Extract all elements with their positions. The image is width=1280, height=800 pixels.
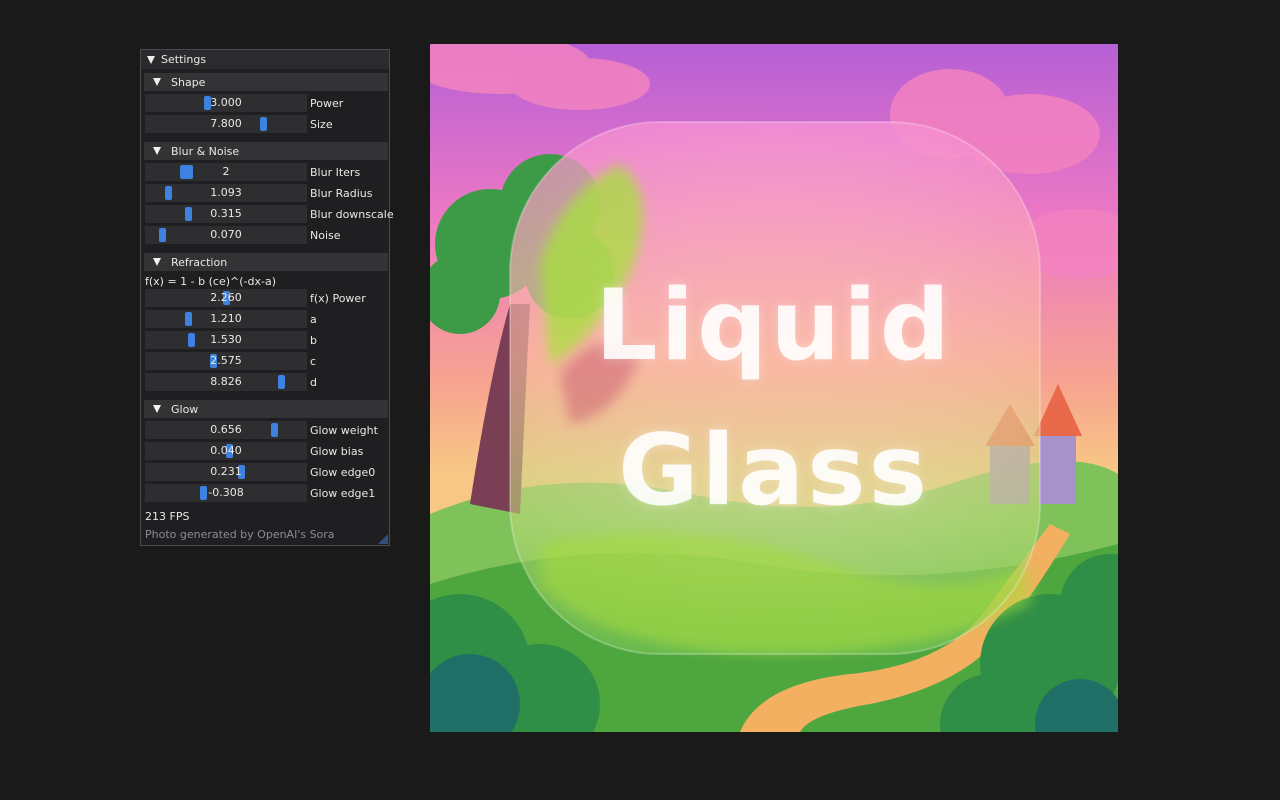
slider-label: Size — [310, 117, 333, 131]
d-slider[interactable]: 8.826 — [145, 373, 307, 391]
settings-panel: Settings Shape 3.000 Power 7.800 Size Bl… — [140, 49, 394, 546]
slider-value: 2 — [222, 165, 230, 178]
slider-label: f(x) Power — [310, 291, 366, 305]
glow-edge0-slider[interactable]: 0.231 — [145, 463, 307, 481]
slider-value: -0.308 — [208, 486, 244, 499]
slider-row-blur-iters: 2 Blur Iters — [145, 163, 360, 181]
slider-label: Glow edge1 — [310, 486, 376, 500]
slider-value: 1.530 — [210, 333, 242, 346]
slider-value: 0.040 — [210, 444, 242, 457]
c-slider[interactable]: 2.575 — [145, 352, 307, 370]
slider-row-fx-power: 2.260 f(x) Power — [145, 289, 366, 307]
slider-row-glow-edge0: 0.231 Glow edge0 — [145, 463, 375, 481]
noise-slider[interactable]: 0.070 — [145, 226, 307, 244]
fps-counter: 213 FPS — [145, 510, 190, 523]
section-header-blur-noise[interactable]: Blur & Noise — [144, 142, 388, 160]
slider-label: d — [310, 375, 317, 389]
slider-value: 0.656 — [210, 423, 242, 436]
slider-row-blur-radius: 1.093 Blur Radius — [145, 184, 372, 202]
slider-row-a: 1.210 a — [145, 310, 317, 328]
resize-grip[interactable] — [378, 534, 388, 544]
slider-label: Blur downscale — [310, 207, 394, 221]
liquid-glass-blob — [509, 121, 1041, 655]
section-label: Blur & Noise — [171, 144, 240, 158]
slider-value: 0.231 — [210, 465, 242, 478]
collapse-triangle-icon[interactable] — [153, 147, 161, 155]
section-header-glow[interactable]: Glow — [144, 400, 388, 418]
slider-row-power: 3.000 Power — [145, 94, 343, 112]
glow-weight-slider[interactable]: 0.656 — [145, 421, 307, 439]
slider-label: c — [310, 354, 317, 368]
section-header-refraction[interactable]: Refraction — [144, 253, 388, 271]
slider-row-glow-weight: 0.656 Glow weight — [145, 421, 378, 439]
glass-title-line2: Glass — [618, 414, 930, 528]
section-label: Glow — [171, 402, 199, 416]
power-slider[interactable]: 3.000 — [145, 94, 307, 112]
b-slider[interactable]: 1.530 — [145, 331, 307, 349]
slider-row-glow-bias: 0.040 Glow bias — [145, 442, 363, 460]
slider-row-blur-downscale: 0.315 Blur downscale — [145, 205, 394, 223]
slider-label: Blur Radius — [310, 186, 373, 200]
slider-row-glow-edge1: -0.308 Glow edge1 — [145, 484, 375, 502]
blur-radius-slider[interactable]: 1.093 — [145, 184, 307, 202]
slider-row-b: 1.530 b — [145, 331, 317, 349]
glow-edge1-slider[interactable]: -0.308 — [145, 484, 307, 502]
glass-title-line1: Liquid — [595, 269, 953, 383]
collapse-triangle-icon[interactable] — [147, 55, 155, 64]
slider-value: 1.210 — [210, 312, 242, 325]
slider-row-c: 2.575 c — [145, 352, 316, 370]
slider-label: Glow edge0 — [310, 465, 376, 479]
slider-value: 7.800 — [210, 117, 242, 130]
slider-value: 1.093 — [210, 186, 242, 199]
size-slider[interactable]: 7.800 — [145, 115, 307, 133]
slider-label: Blur Iters — [310, 165, 361, 179]
slider-label: Power — [310, 96, 344, 110]
collapse-triangle-icon[interactable] — [153, 258, 161, 266]
slider-label: Noise — [310, 228, 341, 242]
collapse-triangle-icon[interactable] — [153, 405, 161, 413]
slider-row-noise: 0.070 Noise — [145, 226, 341, 244]
settings-title: Settings — [161, 53, 207, 66]
slider-label: Glow weight — [310, 423, 378, 437]
a-slider[interactable]: 1.210 — [145, 310, 307, 328]
slider-label: a — [310, 312, 317, 326]
blur-downscale-slider[interactable]: 0.315 — [145, 205, 307, 223]
collapse-triangle-icon[interactable] — [153, 78, 161, 86]
slider-row-size: 7.800 Size — [145, 115, 333, 133]
blur-iters-slider[interactable]: 2 — [145, 163, 307, 181]
photo-credit: Photo generated by OpenAI's Sora — [145, 528, 335, 541]
section-label: Shape — [171, 75, 206, 89]
slider-label: b — [310, 333, 317, 347]
section-header-shape[interactable]: Shape — [144, 73, 388, 91]
slider-value: 2.260 — [210, 291, 242, 304]
slider-label: Glow bias — [310, 444, 364, 458]
glow-bias-slider[interactable]: 0.040 — [145, 442, 307, 460]
slider-row-d: 8.826 d — [145, 373, 317, 391]
slider-value: 2.575 — [210, 354, 242, 367]
fx-power-slider[interactable]: 2.260 — [145, 289, 307, 307]
refraction-formula: f(x) = 1 - b (ce)^(-dx-a) — [145, 275, 276, 288]
slider-value: 0.070 — [210, 228, 242, 241]
slider-value: 0.315 — [210, 207, 242, 220]
slider-value: 8.826 — [210, 375, 242, 388]
section-label: Refraction — [171, 255, 228, 269]
settings-title-bar[interactable]: Settings — [141, 50, 389, 69]
render-canvas[interactable]: Liquid Glass — [430, 44, 1118, 732]
scene-background — [430, 44, 1118, 732]
slider-value: 3.000 — [210, 96, 242, 109]
